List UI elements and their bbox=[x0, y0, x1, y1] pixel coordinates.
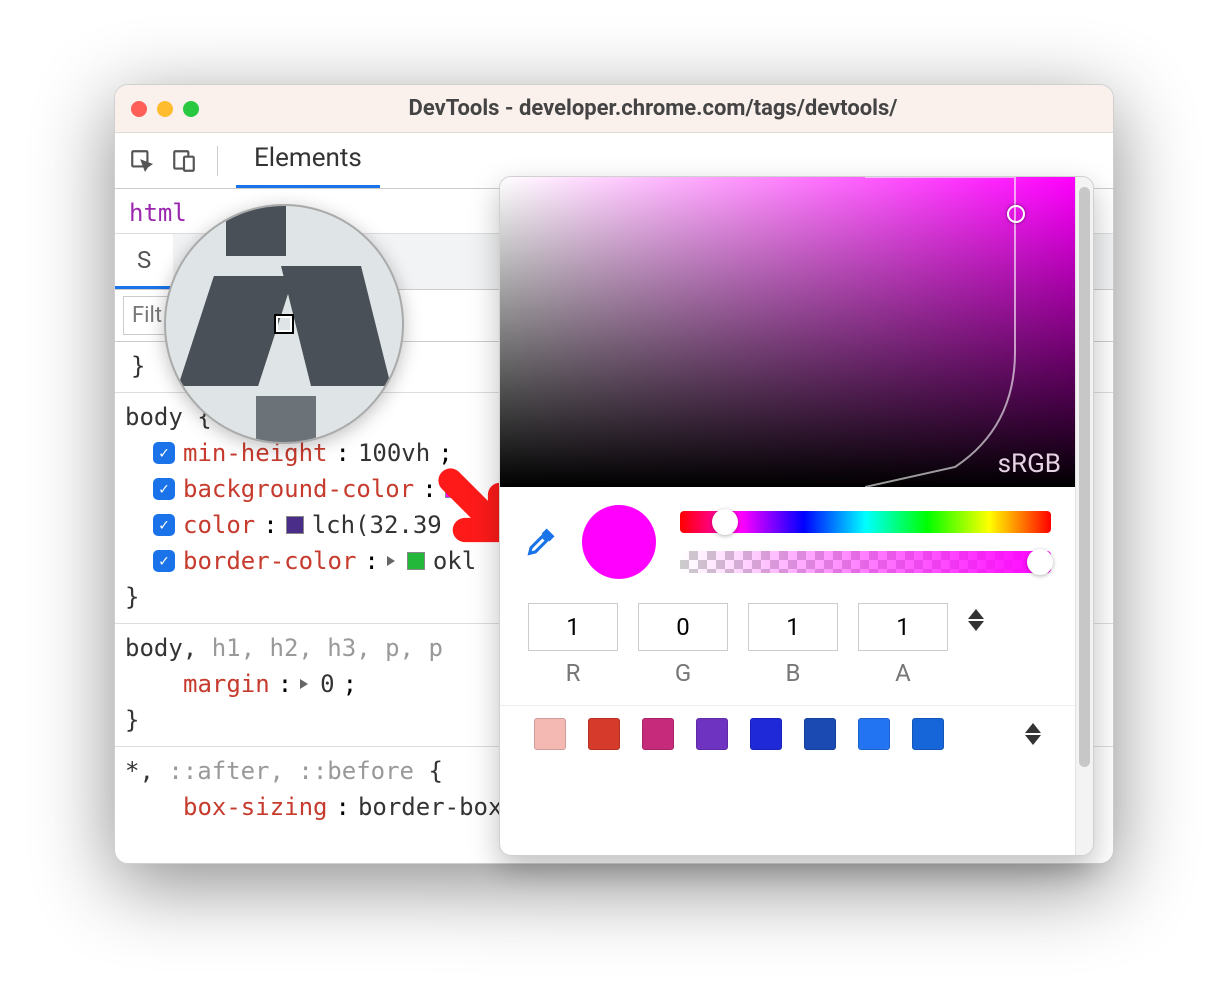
expand-icon[interactable] bbox=[300, 679, 308, 689]
alpha-knob[interactable] bbox=[1027, 549, 1053, 575]
palette-switcher[interactable] bbox=[1025, 723, 1041, 745]
picker-scrollbar[interactable] bbox=[1075, 177, 1093, 855]
expand-icon[interactable] bbox=[387, 556, 395, 566]
palette-swatch[interactable] bbox=[588, 718, 620, 750]
breadcrumb-html: html bbox=[129, 199, 187, 227]
divider bbox=[217, 146, 218, 176]
b-input[interactable] bbox=[748, 603, 838, 651]
chevron-down-icon bbox=[1025, 735, 1041, 745]
checkbox-icon[interactable]: ✓ bbox=[153, 514, 175, 536]
magnifier-center-pixel bbox=[276, 316, 292, 332]
checkbox-icon[interactable]: ✓ bbox=[153, 478, 175, 500]
alpha-slider[interactable] bbox=[680, 551, 1051, 573]
g-input[interactable] bbox=[638, 603, 728, 651]
chevron-up-icon bbox=[968, 609, 984, 619]
a-input[interactable] bbox=[858, 603, 948, 651]
color-gradient[interactable]: sRGB bbox=[500, 177, 1075, 487]
current-color-swatch bbox=[582, 505, 656, 579]
palette-swatch[interactable] bbox=[534, 718, 566, 750]
subtab-styles[interactable]: S bbox=[115, 234, 173, 289]
color-swatch-icon[interactable] bbox=[407, 552, 425, 570]
palette-swatch[interactable] bbox=[858, 718, 890, 750]
b-label: B bbox=[786, 659, 801, 687]
tab-elements[interactable]: Elements bbox=[236, 133, 380, 188]
titlebar: DevTools - developer.chrome.com/tags/dev… bbox=[115, 85, 1113, 133]
picker-controls bbox=[500, 487, 1075, 589]
hue-knob[interactable] bbox=[712, 509, 738, 535]
inspect-element-icon[interactable] bbox=[127, 146, 157, 176]
chevron-down-icon bbox=[968, 621, 984, 631]
color-swatch-icon[interactable] bbox=[286, 516, 304, 534]
minimize-window-button[interactable] bbox=[157, 101, 173, 117]
window-title: DevTools - developer.chrome.com/tags/dev… bbox=[209, 96, 1097, 121]
a-label: A bbox=[895, 659, 911, 687]
hue-slider[interactable] bbox=[680, 511, 1051, 533]
r-label: R bbox=[566, 659, 581, 687]
chevron-up-icon bbox=[1025, 723, 1041, 733]
r-input[interactable] bbox=[528, 603, 618, 651]
format-switcher[interactable] bbox=[968, 609, 984, 631]
traffic-lights bbox=[131, 101, 199, 117]
palette-row bbox=[500, 705, 1075, 768]
palette-swatch[interactable] bbox=[750, 718, 782, 750]
checkbox-icon[interactable]: ✓ bbox=[153, 550, 175, 572]
palette-swatch[interactable] bbox=[804, 718, 836, 750]
palette-swatch[interactable] bbox=[696, 718, 728, 750]
eyedropper-icon[interactable] bbox=[524, 525, 558, 559]
palette-swatch[interactable] bbox=[912, 718, 944, 750]
color-picker: sRGB R bbox=[499, 176, 1094, 856]
palette-swatch[interactable] bbox=[642, 718, 674, 750]
color-inputs: R G B A bbox=[500, 589, 1075, 705]
g-label: G bbox=[675, 659, 691, 687]
gamut-label: sRGB bbox=[998, 449, 1061, 479]
scrollbar-thumb[interactable] bbox=[1079, 187, 1090, 767]
zoom-window-button[interactable] bbox=[183, 101, 199, 117]
checkbox-icon[interactable]: ✓ bbox=[153, 442, 175, 464]
close-window-button[interactable] bbox=[131, 101, 147, 117]
eyedropper-magnifier[interactable] bbox=[164, 204, 404, 444]
gradient-dragger[interactable] bbox=[1007, 205, 1025, 223]
device-toolbar-icon[interactable] bbox=[169, 146, 199, 176]
